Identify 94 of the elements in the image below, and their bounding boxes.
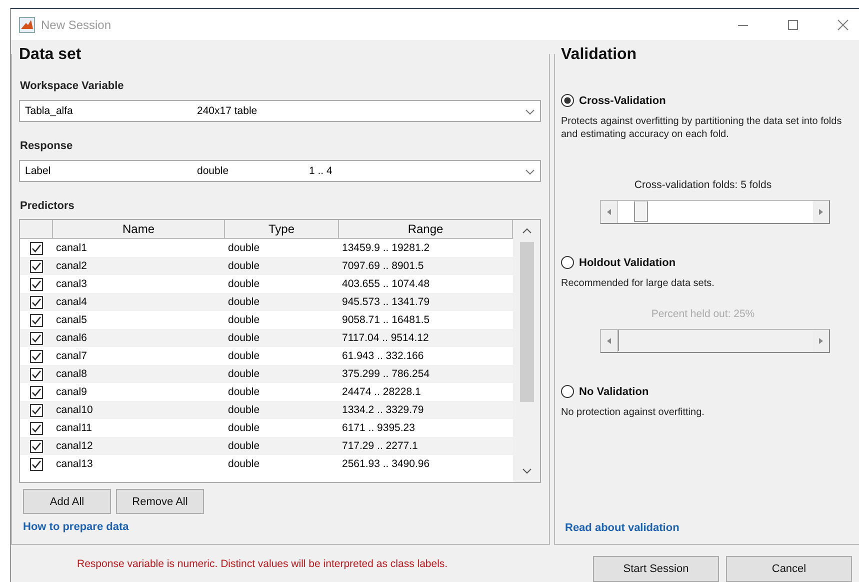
maximize-icon[interactable] — [787, 18, 799, 30]
checkbox[interactable] — [30, 278, 43, 290]
table-cell-text: canal10 — [55, 404, 94, 416]
status-message: Response variable is numeric. Distinct values will be interpreted as class labels. — [77, 558, 448, 570]
help-link[interactable]: How to prepare data — [23, 521, 129, 533]
radio-label[interactable]: Holdout Validation — [579, 256, 676, 268]
table-cell-text: double — [227, 242, 261, 254]
dropdown-text: 1 .. 4 — [309, 165, 332, 177]
table-cell-text: 6171 .. 9395.23 — [341, 422, 416, 434]
table-cell-text: double — [227, 296, 261, 308]
help-link[interactable]: Read about validation — [565, 522, 680, 534]
caret-left-icon[interactable] — [607, 209, 611, 215]
table-cell-text: canal13 — [55, 458, 94, 470]
dropdown-text: Label — [25, 165, 52, 177]
table-cell-text: 7097.69 .. 8901.5 — [341, 260, 425, 272]
table-cell-text: 403.655 .. 1074.48 — [341, 278, 431, 290]
chevron-down-icon — [525, 109, 535, 115]
dropdown-text: double — [197, 165, 230, 177]
table-cell-text: 2561.93 .. 3490.96 — [341, 458, 431, 470]
table-cell-text: double — [227, 440, 261, 452]
table-cell-text: canal3 — [55, 278, 88, 290]
table-cell-text: canal8 — [55, 368, 88, 380]
table-button[interactable]: Remove All — [116, 489, 204, 514]
slider-label: Cross-validation folds: 5 folds — [633, 179, 773, 191]
radio-button[interactable] — [561, 94, 574, 107]
table-cell-text: canal6 — [55, 332, 88, 344]
table-cell-text: canal7 — [55, 350, 88, 362]
checkbox[interactable] — [30, 422, 43, 434]
table-cell-text: double — [227, 404, 261, 416]
checkbox[interactable] — [30, 260, 43, 272]
table-cell-text: 375.299 .. 786.254 — [341, 368, 431, 380]
table-cell-text: double — [227, 350, 261, 362]
checkbox[interactable] — [30, 368, 43, 380]
table-cell-text: canal4 — [55, 296, 88, 308]
column-header[interactable]: Name — [53, 220, 225, 238]
radio-button[interactable] — [561, 256, 574, 269]
slider-label: Percent held out: 25% — [650, 308, 756, 320]
table-cell-text: double — [227, 458, 261, 470]
checkbox[interactable] — [30, 458, 43, 470]
caret-right-icon[interactable] — [819, 209, 823, 215]
option-description: Protects against overfitting by partitioning the data set into folds and estimating accuracy on each fold. — [561, 115, 843, 141]
workspace-variable-dropdown[interactable]: Tabla_alfa 240x17 table — [19, 100, 541, 122]
radio-label[interactable]: No Validation — [579, 386, 649, 398]
chevron-down-icon[interactable] — [522, 468, 532, 474]
table-cell-text: 1334.2 .. 3329.79 — [341, 404, 425, 416]
field-label: Response — [20, 140, 74, 152]
table-cell-text: 717.29 .. 2277.1 — [341, 440, 419, 452]
table-cell-text: canal1 — [55, 242, 88, 254]
checkbox[interactable] — [30, 404, 43, 416]
table-cell-text: 945.573 .. 1341.79 — [341, 296, 431, 308]
checkbox[interactable] — [30, 314, 43, 326]
table-cell-text: canal9 — [55, 386, 88, 398]
table-cell-text: canal2 — [55, 260, 88, 272]
table-cell-text: double — [227, 278, 261, 290]
checkbox[interactable] — [30, 386, 43, 398]
dialog-button[interactable]: Cancel — [726, 556, 852, 582]
scrollbar[interactable] — [513, 220, 540, 482]
radio-button[interactable] — [561, 385, 574, 398]
table-cell-text: 24474 .. 28228.1 — [341, 386, 422, 398]
response-dropdown[interactable]: Label double 1 .. 4 — [19, 160, 541, 182]
table-cell-text: 7117.04 .. 9514.12 — [341, 332, 430, 344]
close-icon[interactable] — [837, 18, 849, 30]
table-cell-text: double — [227, 422, 261, 434]
option-description: No protection against overfitting. — [561, 406, 706, 419]
field-label: Workspace Variable — [20, 80, 125, 92]
table-cell-text: canal5 — [55, 314, 88, 326]
chevron-up-icon[interactable] — [522, 228, 532, 234]
dropdown-text: Tabla_alfa — [25, 105, 74, 117]
checkbox[interactable] — [30, 242, 43, 254]
table-cell-text: double — [227, 314, 261, 326]
table-cell-text: canal11 — [55, 422, 94, 434]
table-cell-text: 61.943 .. 332.166 — [341, 350, 425, 362]
table-cell-text: 9058.71 .. 16481.5 — [341, 314, 431, 326]
column-header[interactable]: Type — [225, 220, 339, 238]
field-label: Predictors — [20, 200, 76, 212]
table-cell-text: double — [227, 368, 261, 380]
slider[interactable] — [600, 200, 830, 224]
table-cell-text: double — [227, 386, 261, 398]
option-description: Recommended for large data sets. — [561, 277, 716, 290]
checkbox[interactable] — [30, 332, 43, 344]
table-cell-text: double — [227, 260, 261, 272]
table-button[interactable]: Add All — [23, 489, 111, 514]
chevron-down-icon — [525, 169, 535, 175]
radio-label[interactable]: Cross-Validation — [579, 94, 666, 106]
window-title: New Session — [41, 18, 112, 32]
table-cell-text: double — [227, 332, 261, 344]
dropdown-text: 240x17 table — [197, 105, 258, 117]
checkbox[interactable] — [30, 296, 43, 308]
dialog-button[interactable]: Start Session — [593, 556, 719, 582]
checkbox[interactable] — [30, 440, 43, 452]
table-cell-text: 13459.9 .. 19281.2 — [341, 242, 431, 254]
table-cell-text: canal12 — [55, 440, 94, 452]
checkbox[interactable] — [30, 350, 43, 362]
app-logo-icon — [19, 16, 35, 32]
